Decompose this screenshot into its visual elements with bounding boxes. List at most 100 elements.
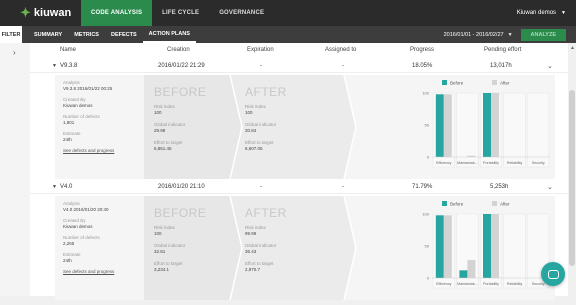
plan-effort: 5,253h [490,184,509,190]
bar-after [443,94,452,157]
y-tick-label: 50 [425,123,430,128]
bar-before [435,215,444,278]
before-title: BEFORE [154,85,207,99]
category-label: Efficiency [436,161,452,165]
plan-creation: 2016/01/20 21:10 [158,184,205,190]
legend-label: After [500,202,510,207]
see-defects-link[interactable]: See defects and progress [63,148,143,154]
tab-summary[interactable]: SUMMARY [28,26,68,43]
bar-after [491,93,499,157]
legend-swatch [442,80,447,85]
date-range-value: 2016/01/01 - 2016/02/27 [443,31,504,38]
category-label: Reliability [507,161,523,165]
category-label: Efficiency [436,282,452,286]
user-name: Kiuwan demos [516,10,557,16]
col-name[interactable]: Name [60,47,76,53]
before-values: Risk index 100 Global indicator 29.98 Ef… [154,104,185,152]
plan-assigned: - [342,184,344,190]
bar-after [467,260,476,278]
after-values: Risk index 100 Global indicator 30.84 Ef… [245,104,276,152]
legend-label: Before [450,202,464,207]
category-label: Maintainab... [457,161,478,165]
analyze-button[interactable]: ANALYZE [520,28,566,41]
category-label: Security [532,161,545,165]
bar-after [443,215,452,278]
logo[interactable]: ✦ kiuwan [20,5,75,21]
logo-text: kiuwan [33,7,72,19]
kiuwan-logo-icon: ✦ [20,5,31,20]
table-row[interactable]: ▼ V4.0 2016/01/20 21:10 - - 71.79% 5,253… [30,180,568,194]
scroll-up-icon[interactable]: ▲ [570,45,575,51]
col-progress[interactable]: Progress [410,47,434,53]
bar-before [435,94,444,157]
nav-governance[interactable]: GOVERNANCE [209,0,274,26]
y-tick-label: 0 [427,155,430,160]
chat-button[interactable] [541,262,565,286]
col-assigned[interactable]: Assigned to [325,47,356,53]
legend-swatch [492,80,497,85]
effort-value: 3,234.1 [154,267,170,272]
col-expiration[interactable]: Expiration [247,47,274,53]
plan-effort: 13,017h [490,63,512,69]
caret-down-icon[interactable]: ▼ [52,184,57,190]
quality-bar-chart: Before After 0 50 100 Efficiency Maintainab...… [412,196,555,300]
col-creation[interactable]: Creation [167,47,190,53]
chat-bubble-icon [547,269,559,279]
tab-metrics[interactable]: METRICS [68,26,105,43]
bar-before [459,270,468,278]
plan-info: Analysis V4.0 2016/01/20 20:40 Created B… [63,201,143,275]
legend-swatch [442,201,447,206]
quality-bar-chart: Before After 0 50 100 Efficiency Maintainab...… [412,75,555,179]
effort-value: 6,607.05 [245,146,263,151]
caret-down-icon[interactable]: ▼ [52,63,57,69]
category-background [527,92,550,168]
effort-value: 2,970.7 [245,267,261,272]
chevron-down-icon[interactable]: ⌄ [547,183,553,191]
filter-button[interactable]: FILTER [0,26,22,43]
before-values: Risk index 100 Global indicator 32.81 Ef… [154,225,185,273]
plan-assigned: - [342,63,344,69]
chevron-right-icon[interactable]: › [13,48,16,57]
tab-defects[interactable]: DEFECTS [105,26,143,43]
table-header: Name Creation Expiration Assigned to Pro… [30,43,568,57]
scrollbar-thumb[interactable] [569,90,575,266]
nav-code-analysis[interactable]: CODE ANALYSIS [81,0,153,26]
nav-life-cycle[interactable]: LIFE CYCLE [152,0,209,26]
scrollbar[interactable]: ▲ [568,43,576,296]
table-row[interactable]: ▼ V9.3.8 2016/01/22 21:29 - - 18.05% 13,… [30,59,568,73]
y-tick-label: 100 [422,212,429,217]
main-nav: CODE ANALYSIS LIFE CYCLE GOVERNANCE [81,0,274,26]
category-label: Portability [483,282,499,286]
y-tick-label: 0 [427,276,430,281]
chevron-down-icon: ▼ [561,10,566,16]
tab-action-plans[interactable]: ACTION PLANS [142,26,196,43]
see-defects-link[interactable]: See defects and progress [63,269,143,275]
y-tick-label: 100 [422,91,429,96]
legend-label: After [500,81,510,86]
category-label: Security [532,282,545,286]
category-background [503,92,526,168]
date-range-select[interactable]: 2016/01/01 - 2016/02/27 ▼ [444,32,513,38]
chart-svg: Before After 0 50 100 Efficiency Maintainab...… [422,80,550,168]
action-plans-table: Name Creation Expiration Assigned to Pro… [30,43,568,300]
plan-creation: 2016/01/22 21:29 [158,63,205,69]
filter-panel-collapsed: › [0,43,30,296]
y-tick-label: 50 [425,244,430,249]
category-label: Maintainab... [457,282,478,286]
chart-svg: Before After 0 50 100 Efficiency Maintainab...… [422,201,550,289]
plan-info: Analysis V9.3.8 2016/01/22 00:25 Created… [63,80,143,154]
bar-before [483,214,491,278]
plan-progress: 18.05% [412,63,433,69]
col-effort[interactable]: Pending effort [484,47,521,53]
plan-expiration: - [260,184,262,190]
sub-navbar: FILTER SUMMARY METRICS DEFECTS ACTION PL… [0,26,576,43]
before-title: BEFORE [154,206,207,220]
plan-progress: 71.79% [412,184,433,190]
plan-detail: Analysis V4.0 2016/01/20 20:40 Created B… [55,196,555,300]
category-label: Portability [483,161,499,165]
bar-before [483,93,491,157]
chevron-down-icon[interactable]: ⌄ [547,62,553,70]
after-title: AFTER [245,85,287,99]
user-menu[interactable]: Kiuwan demos ▼ [517,10,566,16]
plan-name: V4.0 [60,184,73,190]
